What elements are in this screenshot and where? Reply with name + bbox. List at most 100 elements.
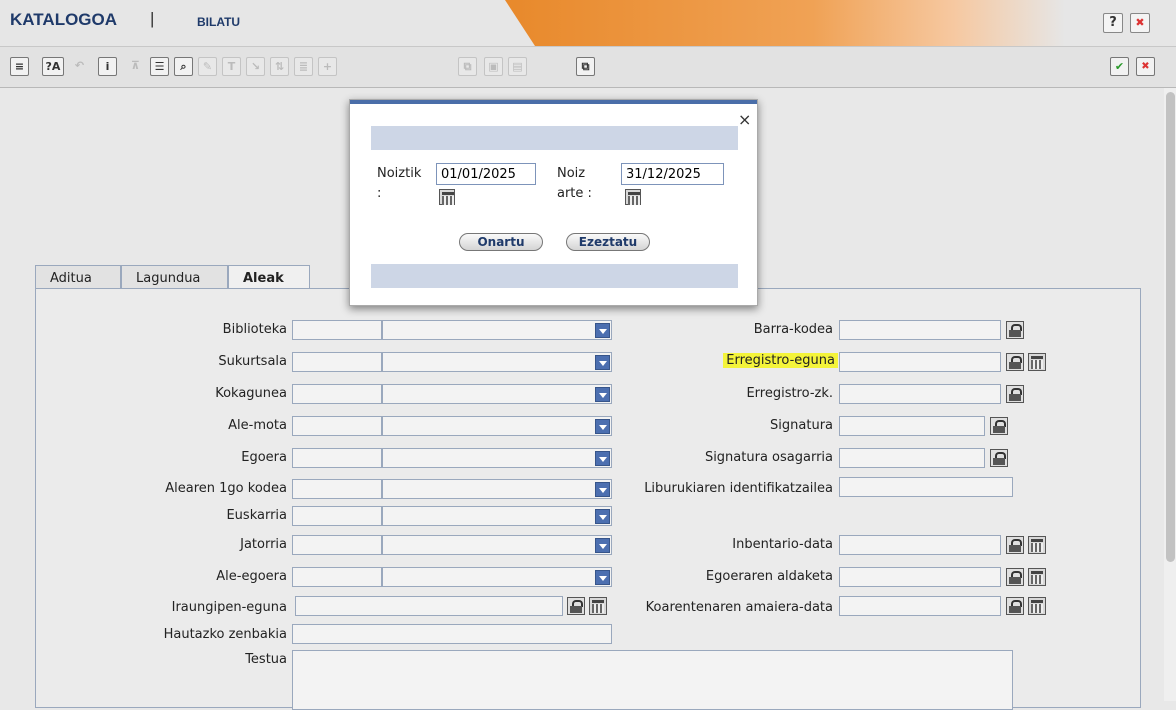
edit-icon: ✎ (198, 57, 217, 76)
app-title: KATALOGOA (10, 10, 118, 29)
calendar-icon[interactable] (439, 189, 455, 205)
text-icon: T (222, 57, 241, 76)
close-window-button[interactable]: ✖ (1130, 13, 1150, 33)
dialog-header-band (371, 126, 738, 150)
euskarria-code-input[interactable] (292, 506, 382, 526)
kokagunea-select[interactable] (382, 384, 612, 404)
label-koarentenaren-amaiera-data: Koarentenaren amaiera-data (645, 600, 833, 615)
chevron-down-icon[interactable] (595, 538, 610, 553)
accept-button[interactable]: Onartu (459, 233, 543, 251)
to-date-input[interactable] (621, 163, 724, 185)
ale-mota-code-input[interactable] (292, 416, 382, 436)
title-separator: | (150, 9, 155, 28)
chevron-down-icon[interactable] (595, 323, 610, 338)
jatorria-code-input[interactable] (292, 535, 382, 555)
alearen-1go-kodea-code-input[interactable] (292, 479, 382, 499)
cancel-icon[interactable]: ✖ (1136, 57, 1155, 76)
chevron-down-icon[interactable] (595, 419, 610, 434)
chevron-down-icon[interactable] (595, 387, 610, 402)
tab-lagundua[interactable]: Lagundua (121, 265, 228, 289)
alearen-1go-kodea-select[interactable] (382, 479, 612, 499)
from-date-input[interactable] (436, 163, 536, 185)
signatura-input[interactable] (839, 416, 985, 436)
key-icon[interactable] (990, 417, 1008, 435)
label-hautazko-zenbakia: Hautazko zenbakia (163, 627, 287, 642)
chevron-down-icon[interactable] (595, 355, 610, 370)
add-icon: + (318, 57, 337, 76)
cancel-button[interactable]: Ezeztatu (566, 233, 650, 251)
inbentario-data-input[interactable] (839, 535, 1001, 555)
key-icon[interactable] (1006, 353, 1024, 371)
key-icon[interactable] (1006, 568, 1024, 586)
chevron-down-icon[interactable] (595, 482, 610, 497)
help-button[interactable]: ? (1103, 13, 1123, 33)
key-icon[interactable] (990, 449, 1008, 467)
key-icon[interactable] (1006, 385, 1024, 403)
toolbar: ≡ ?A ↶ i ⊼ ☰ ⌕ ✎ T ↘ ⇅ ≣ + ⧉ ▣ ▤ ⧉ ✔ ✖ (0, 47, 1176, 88)
biblioteka-code-input[interactable] (292, 320, 382, 340)
calendar-icon[interactable] (1028, 568, 1046, 586)
lang-icon[interactable]: ?A (42, 57, 64, 76)
close-icon[interactable]: × (738, 110, 751, 129)
accept-icon[interactable]: ✔ (1110, 57, 1129, 76)
euskarria-select[interactable] (382, 506, 612, 526)
scrollbar-thumb[interactable] (1166, 92, 1175, 562)
calendar-icon[interactable] (589, 597, 607, 615)
form-icon[interactable]: ☰ (150, 57, 169, 76)
calendar-icon[interactable] (1028, 536, 1046, 554)
filter-icon: ⊼ (131, 59, 140, 72)
kokagunea-code-input[interactable] (292, 384, 382, 404)
calendar-icon[interactable] (625, 189, 641, 205)
key-icon[interactable] (1006, 536, 1024, 554)
ale-egoera-code-input[interactable] (292, 567, 382, 587)
key-icon[interactable] (567, 597, 585, 615)
chevron-down-icon[interactable] (595, 451, 610, 466)
date-range-dialog: × Noiztik : Noiz arte : Onartu Ezeztatu (349, 99, 758, 306)
label-liburukiaren-identifikatzailea: Liburukiaren identifikatzailea (644, 481, 833, 496)
vertical-scrollbar[interactable] (1164, 88, 1176, 701)
tab-aditua[interactable]: Aditua (35, 265, 121, 289)
chevron-down-icon[interactable] (595, 509, 610, 524)
info-icon[interactable]: i (98, 57, 117, 76)
tab-aleak[interactable]: Aleak (228, 265, 310, 290)
dialog-top-border (350, 100, 757, 104)
erregistro-eguna-input[interactable] (839, 352, 1001, 372)
egoeraren-aldaketa-input[interactable] (839, 567, 1001, 587)
calendar-icon[interactable] (1028, 353, 1046, 371)
iraungipen-eguna-input[interactable] (295, 596, 563, 616)
label-biblioteka: Biblioteka (222, 322, 287, 337)
key-icon[interactable] (1006, 321, 1024, 339)
label-inbentario-data: Inbentario-data (732, 537, 833, 552)
list-icon: ≣ (294, 57, 313, 76)
search-doc-icon[interactable]: ⌕ (174, 57, 193, 76)
key-icon[interactable] (1006, 597, 1024, 615)
sukurtsala-select[interactable] (382, 352, 612, 372)
duplicate-icon[interactable]: ⧉ (576, 57, 595, 76)
koarentenaren-amaiera-data-input[interactable] (839, 596, 1001, 616)
liburukiaren-identifikatzailea-input[interactable] (839, 477, 1013, 497)
calendar-icon[interactable] (1028, 597, 1046, 615)
menu-icon[interactable]: ≡ (10, 57, 29, 76)
testua-textarea[interactable] (292, 650, 1013, 710)
paste-icon: ▣ (484, 57, 503, 76)
from-label: Noiztik (377, 166, 422, 181)
signatura-osagarria-input[interactable] (839, 448, 985, 468)
label-euskarria: Euskarria (226, 508, 287, 523)
sukurtsala-code-input[interactable] (292, 352, 382, 372)
label-erregistro-eguna: Erregistro-eguna (723, 353, 838, 368)
egoera-select[interactable] (382, 448, 612, 468)
to-label-suffix: arte : (557, 186, 592, 201)
jatorria-select[interactable] (382, 535, 612, 555)
egoera-code-input[interactable] (292, 448, 382, 468)
biblioteka-select[interactable] (382, 320, 612, 340)
ale-egoera-select[interactable] (382, 567, 612, 587)
hautazko-zenbakia-input[interactable] (292, 624, 612, 644)
ale-mota-select[interactable] (382, 416, 612, 436)
erregistro-zk-input[interactable] (839, 384, 1001, 404)
label-iraungipen-eguna: Iraungipen-eguna (171, 600, 287, 615)
label-signatura: Signatura (770, 418, 833, 433)
barra-kodea-input[interactable] (839, 320, 1001, 340)
chevron-down-icon[interactable] (595, 570, 610, 585)
label-jatorria: Jatorria (240, 537, 287, 552)
label-erregistro-zk: Erregistro-zk. (746, 386, 833, 401)
